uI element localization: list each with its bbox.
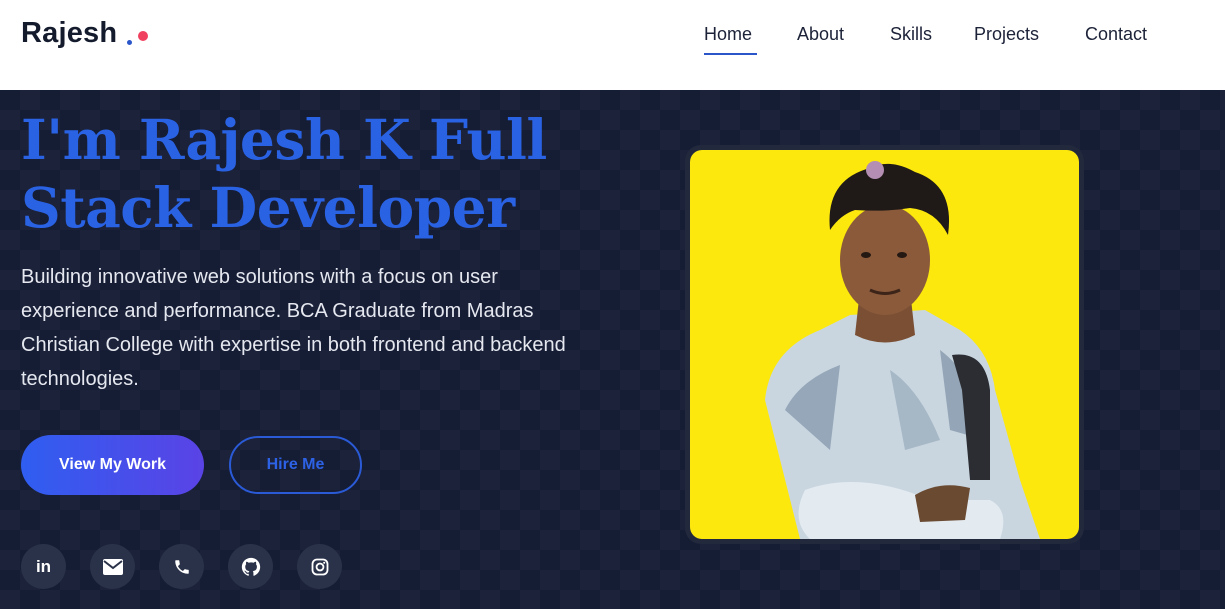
nav-projects[interactable]: Projects xyxy=(974,24,1039,45)
github-link[interactable] xyxy=(228,544,273,589)
github-icon xyxy=(241,557,261,577)
logo-dot-blue xyxy=(127,40,132,45)
email-link[interactable] xyxy=(90,544,135,589)
nav-about[interactable]: About xyxy=(797,24,844,45)
logo-dot-pink xyxy=(138,31,148,41)
nav-skills[interactable]: Skills xyxy=(890,24,932,45)
envelope-icon xyxy=(102,558,123,575)
hero-section: I'm Rajesh K Full Stack Developer Buildi… xyxy=(0,90,1225,609)
instagram-icon xyxy=(311,558,329,576)
profile-photo xyxy=(690,150,1079,539)
hire-me-button[interactable]: Hire Me xyxy=(229,436,362,494)
site-header: Rajesh Home About Skills Projects Contac… xyxy=(0,0,1225,90)
instagram-link[interactable] xyxy=(297,544,342,589)
hero-description: Building innovative web solutions with a… xyxy=(21,266,566,390)
linkedin-icon: in xyxy=(35,556,52,576)
phone-link[interactable] xyxy=(159,544,204,589)
nav-contact[interactable]: Contact xyxy=(1085,24,1147,45)
phone-icon xyxy=(173,558,191,576)
nav-active-indicator xyxy=(704,53,757,55)
view-my-work-button[interactable]: View My Work xyxy=(21,435,204,495)
logo[interactable]: Rajesh xyxy=(21,17,117,50)
profile-photo-illustration xyxy=(765,161,1040,539)
profile-photo-frame xyxy=(685,145,1084,544)
linkedin-link[interactable]: in xyxy=(21,544,66,589)
hero-title: I'm Rajesh K Full Stack Developer xyxy=(21,107,547,240)
nav-home[interactable]: Home xyxy=(704,24,752,45)
